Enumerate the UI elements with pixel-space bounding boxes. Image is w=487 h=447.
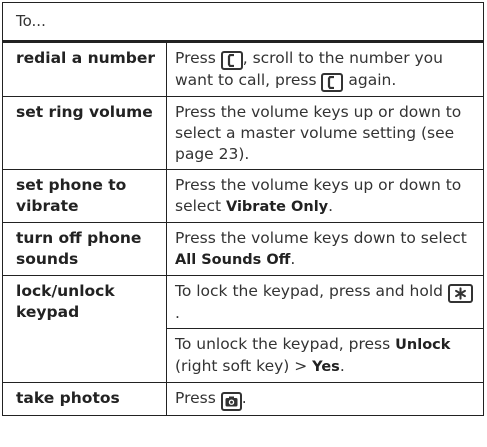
description-paragraph: To unlock the keypad, press Unlock (righ… [167,328,483,382]
description-paragraph: To lock the keypad, press and hold . [167,276,483,328]
description-text: . [339,357,345,375]
description-paragraph: Press . [167,383,483,415]
description-paragraph: Press the volume keys down to select All… [167,223,483,275]
header-label: To... [16,12,46,30]
send-key-icon [220,51,243,70]
description-text: . [241,389,247,407]
description-cell: Press the volume keys up or down to sele… [166,170,483,222]
description-text: (right soft key) > [175,357,313,375]
description-text: To unlock the keypad, press [175,335,396,353]
description-cell: Press the volume keys down to select All… [166,223,483,275]
camera-key-icon [220,392,242,411]
task-cell: redial a number [16,49,156,67]
table-row: set phone to vibrate Press the volume key… [3,170,483,223]
instructions-table: To... redial a number Press , scroll to t… [2,2,484,416]
description-cell: Press . [166,383,483,415]
table-body: redial a number Press , scroll to the num… [3,43,483,415]
task-cell: set phone to vibrate [16,176,127,215]
task-cell: take photos [16,389,120,407]
task-cell: lock/unlock keypad [16,282,115,321]
description-paragraph: Press the volume keys up or down to sele… [167,97,483,169]
star-key-icon [447,284,473,303]
description-text: Press the volume keys down to select [175,229,467,247]
description-text: Press [175,389,221,407]
table-row: redial a number Press , scroll to the num… [3,43,483,97]
table-header: To... [3,3,483,43]
table-row: turn off phone sounds Press the volume ke… [3,223,483,276]
menu-option-text: All Sounds Off [175,252,291,268]
description-text: . [290,250,296,268]
description-paragraph: Press the volume keys up or down to sele… [167,170,483,222]
description-text: . [328,197,334,215]
table-row: take photos Press . [3,383,483,415]
description-text: Press [175,49,221,67]
description-cell: Press the volume keys up or down to sele… [166,97,483,169]
description-text: To lock the keypad, press and hold [175,282,448,300]
description-text: . [175,304,180,322]
task-cell: turn off phone sounds [16,229,142,268]
description-cell: Press , scroll to the number you want to… [166,43,483,96]
description-paragraph: Press , scroll to the number you want to… [167,43,483,96]
description-text: again. [343,71,397,89]
task-cell: set ring volume [16,103,153,121]
menu-option-text: Unlock [395,337,451,353]
description-text: Press the volume keys up or down to sele… [175,103,462,163]
table-row: set ring volume Press the volume keys up … [3,97,483,170]
send-key-icon [321,73,344,92]
description-cell: To lock the keypad, press and hold . To u… [166,276,483,382]
menu-option-text: Yes [312,359,340,375]
table-row: lock/unlock keypad To lock the keypad, pr… [3,276,483,383]
menu-option-text: Vibrate Only [225,199,329,215]
